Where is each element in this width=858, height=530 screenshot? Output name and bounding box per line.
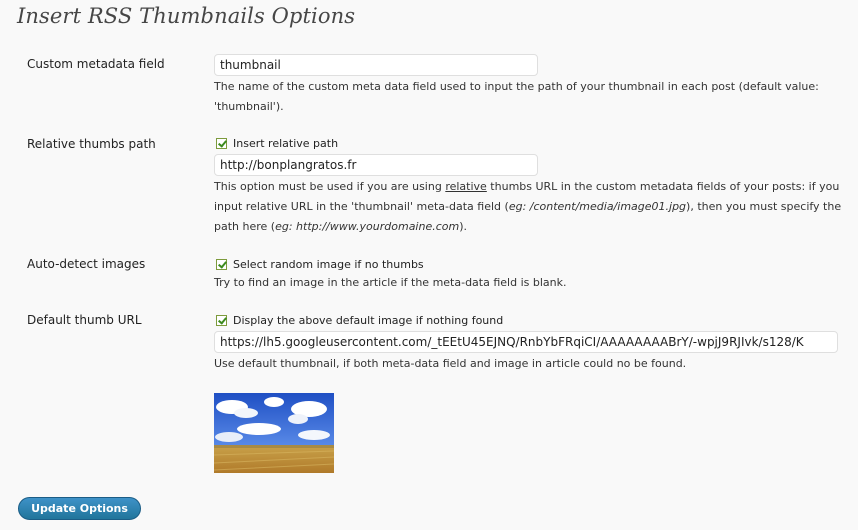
- custom-metadata-field-group: The name of the custom meta data field u…: [214, 54, 844, 117]
- relative-path-checkbox[interactable]: [216, 137, 227, 149]
- custom-metadata-description: The name of the custom meta data field u…: [214, 80, 819, 113]
- default-image-checkbox-label: Display the above default image if nothi…: [233, 313, 504, 327]
- relative-thumbs-field-group: Insert relative path This option must be…: [214, 134, 844, 237]
- default-image-option[interactable]: Display the above default image if nothi…: [214, 311, 844, 329]
- custom-metadata-input[interactable]: [214, 54, 538, 76]
- page-title: Insert RSS Thumbnails Options: [17, 4, 356, 28]
- default-thumb-description: Use default thumbnail, if both meta-data…: [214, 357, 687, 370]
- auto-detect-description: Try to find an image in the article if t…: [214, 276, 567, 289]
- relative-thumbs-label: Relative thumbs path: [27, 137, 156, 151]
- relative-path-description: This option must be used if you are usin…: [214, 180, 842, 233]
- default-thumb-url-input[interactable]: [214, 331, 838, 353]
- auto-detect-label: Auto-detect images: [27, 257, 146, 271]
- custom-metadata-label: Custom metadata field: [27, 57, 165, 71]
- default-thumb-field-group: Display the above default image if nothi…: [214, 311, 844, 374]
- default-thumbnail-preview: [214, 393, 334, 473]
- relative-link-text: relative: [445, 180, 487, 193]
- random-image-option[interactable]: Select random image if no thumbs: [214, 255, 844, 273]
- random-image-checkbox[interactable]: [216, 258, 227, 270]
- relative-path-option[interactable]: Insert relative path: [214, 134, 844, 152]
- random-image-checkbox-label: Select random image if no thumbs: [233, 257, 424, 271]
- relative-path-checkbox-label: Insert relative path: [233, 136, 339, 150]
- auto-detect-field-group: Select random image if no thumbs Try to …: [214, 255, 844, 293]
- default-thumb-label: Default thumb URL: [27, 313, 142, 327]
- relative-path-input[interactable]: [214, 154, 538, 176]
- update-options-button[interactable]: Update Options: [18, 497, 141, 520]
- default-image-checkbox[interactable]: [216, 314, 227, 326]
